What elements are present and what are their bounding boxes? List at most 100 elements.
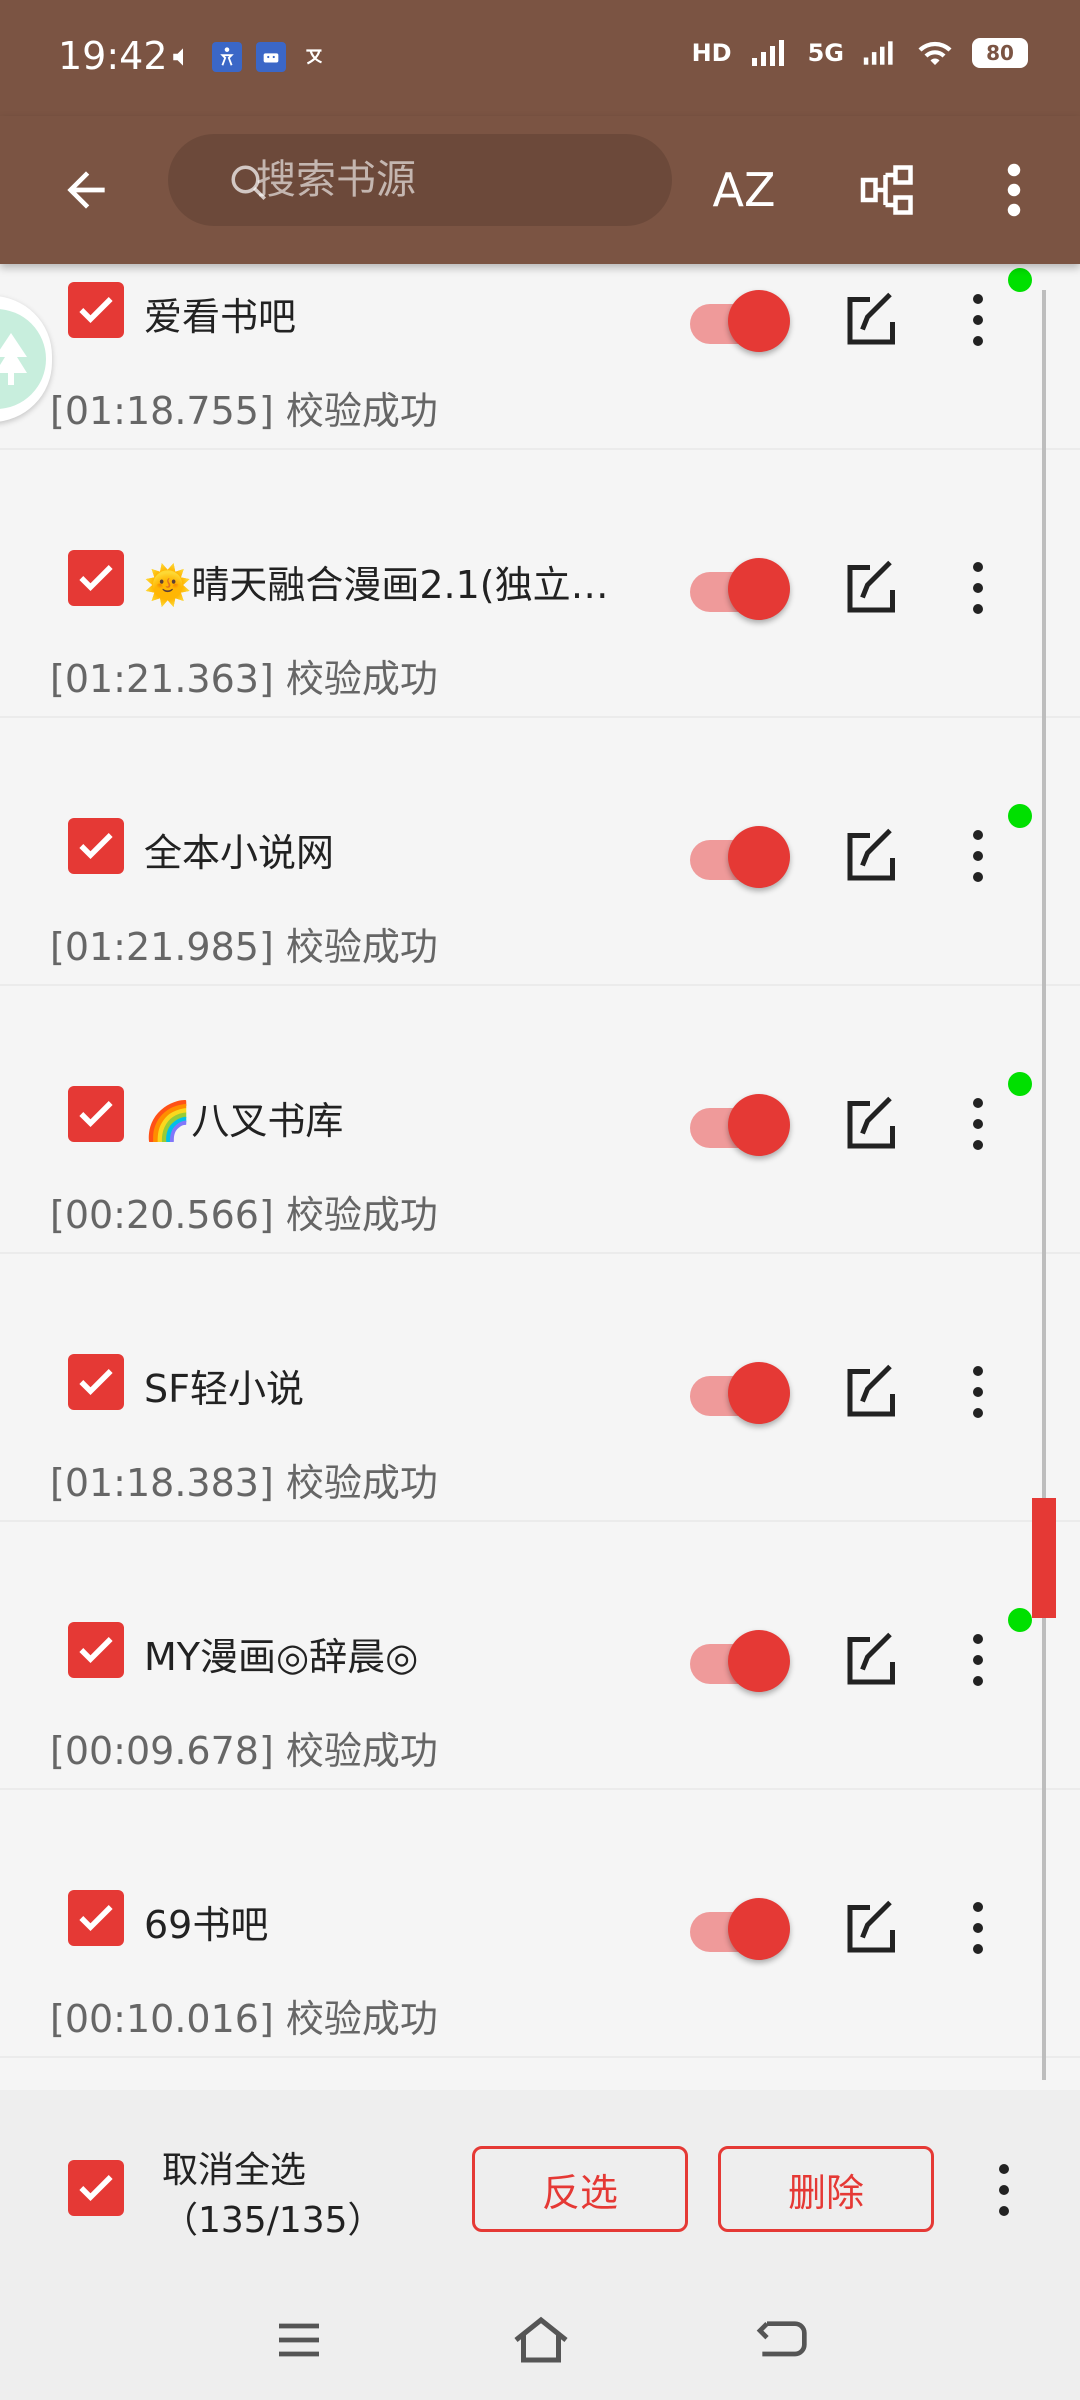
- scrollbar-track: [1042, 290, 1046, 2080]
- selection-label[interactable]: 取消全选 （135/135）: [162, 2146, 384, 2246]
- tree-icon: [0, 309, 46, 409]
- network-type-label: 5G: [807, 39, 844, 67]
- item-checkbox[interactable]: [68, 818, 124, 874]
- search-input[interactable]: [256, 157, 616, 203]
- check-icon: [79, 2175, 113, 2202]
- status-time: 19:42: [58, 34, 168, 78]
- enable-switch[interactable]: [690, 1898, 790, 1960]
- check-status: [00:20.566] 校验成功: [50, 1193, 438, 1237]
- edit-icon: [847, 1632, 895, 1685]
- more-vert-icon: [1007, 163, 1021, 217]
- check-status: [01:21.363] 校验成功: [50, 657, 438, 701]
- item-more-button[interactable]: [958, 1362, 998, 1422]
- edit-button[interactable]: [840, 1900, 900, 1960]
- check-icon: [79, 1905, 113, 1932]
- android-icon: [256, 42, 286, 72]
- item-more-button[interactable]: [958, 558, 998, 618]
- back-nav-icon: [756, 2321, 807, 2357]
- enable-switch[interactable]: [690, 290, 790, 352]
- item-more-button[interactable]: [958, 1630, 998, 1690]
- item-more-button[interactable]: [958, 290, 998, 350]
- more-options-button[interactable]: [970, 146, 1058, 234]
- item-checkbox[interactable]: [68, 1354, 124, 1410]
- item-checkbox[interactable]: [68, 1622, 124, 1678]
- volume-icon: [168, 42, 198, 72]
- edit-button[interactable]: [840, 828, 900, 888]
- list-item[interactable]: 爱看书吧 [01:18.755] 校验成功: [0, 264, 1080, 450]
- item-checkbox[interactable]: [68, 1086, 124, 1142]
- menu-icon: [279, 2323, 319, 2357]
- check-status: [01:21.985] 校验成功: [50, 925, 438, 969]
- group-icon: [860, 165, 913, 215]
- edit-button[interactable]: [840, 560, 900, 620]
- list-item[interactable]: 🌞晴天融合漫画2.1(独立… [01:21.363] 校验成功: [0, 450, 1080, 718]
- enable-switch[interactable]: [690, 1094, 790, 1156]
- invert-selection-button[interactable]: 反选: [472, 2146, 688, 2232]
- home-button[interactable]: [506, 2310, 576, 2370]
- app-bar: AZ: [0, 116, 1080, 264]
- edit-icon: [847, 1364, 895, 1417]
- status-bar: 19:42 HD 5G 80: [0, 0, 1080, 116]
- item-checkbox[interactable]: [68, 282, 124, 338]
- edit-button[interactable]: [840, 292, 900, 352]
- recents-button[interactable]: [264, 2310, 334, 2370]
- battery-indicator: 80: [972, 38, 1028, 68]
- edit-icon: [847, 560, 895, 613]
- enable-switch[interactable]: [690, 558, 790, 620]
- source-name: 🌞晴天融合漫画2.1(独立…: [144, 563, 609, 607]
- enable-switch[interactable]: [690, 826, 790, 888]
- scrollbar-thumb[interactable]: [1032, 1498, 1056, 1618]
- enable-switch[interactable]: [690, 1630, 790, 1692]
- selection-count: （135/135）: [162, 2200, 384, 2241]
- source-name: MY漫画◎辞晨◎: [144, 1635, 419, 1679]
- edit-icon: [847, 1096, 895, 1149]
- status-dot: [1008, 1072, 1032, 1096]
- list-item[interactable]: 全本小说网 [01:21.985] 校验成功: [0, 718, 1080, 986]
- enable-switch[interactable]: [690, 1362, 790, 1424]
- list-item[interactable]: MY漫画◎辞晨◎ [00:09.678] 校验成功: [0, 1522, 1080, 1790]
- check-status: [01:18.755] 校验成功: [50, 389, 438, 433]
- group-button[interactable]: [844, 146, 932, 234]
- sort-button[interactable]: AZ: [700, 146, 788, 234]
- edit-button[interactable]: [840, 1096, 900, 1156]
- check-icon: [79, 1369, 113, 1396]
- source-name: 69书吧: [144, 1903, 269, 1947]
- item-checkbox[interactable]: [68, 1890, 124, 1946]
- item-more-button[interactable]: [958, 826, 998, 886]
- delete-button[interactable]: 删除: [718, 2146, 934, 2232]
- search-icon: [231, 165, 266, 200]
- status-left-icons: [168, 42, 330, 72]
- check-icon: [79, 297, 113, 324]
- item-checkbox[interactable]: [68, 550, 124, 606]
- edit-button[interactable]: [840, 1364, 900, 1424]
- list-item[interactable]: 🌈八叉书库 [00:20.566] 校验成功: [0, 986, 1080, 1254]
- home-icon: [514, 2316, 568, 2363]
- back-button[interactable]: [48, 152, 124, 228]
- signal-icon-2: [863, 41, 893, 65]
- hd-indicator: HD: [691, 39, 732, 67]
- list-item[interactable]: 69书吧 [00:10.016] 校验成功: [0, 1790, 1080, 2058]
- book-source-list[interactable]: 爱看书吧 [01:18.755] 校验成功 🌞晴天融合漫画2.1(独立… [01…: [0, 264, 1080, 2090]
- edit-icon: [847, 1900, 895, 1953]
- source-name: SF轻小说: [144, 1367, 304, 1411]
- deselect-all-label: 取消全选: [162, 2150, 307, 2191]
- back-nav-button[interactable]: [746, 2310, 816, 2370]
- check-icon: [79, 565, 113, 592]
- item-more-button[interactable]: [958, 1898, 998, 1958]
- check-icon: [79, 1637, 113, 1664]
- source-name: 🌈八叉书库: [144, 1099, 344, 1143]
- battery-level: 80: [986, 41, 1014, 65]
- wifi-icon: [918, 41, 952, 65]
- check-icon: [79, 833, 113, 860]
- select-all-checkbox[interactable]: [68, 2160, 124, 2216]
- item-more-button[interactable]: [958, 1094, 998, 1154]
- translate-icon: [300, 42, 330, 72]
- back-arrow-icon: [67, 171, 105, 209]
- status-right-icons: HD 5G 80: [692, 38, 1028, 68]
- edit-button[interactable]: [840, 1632, 900, 1692]
- source-name: 全本小说网: [144, 831, 335, 875]
- check-status: [00:10.016] 校验成功: [50, 1997, 438, 2041]
- list-item[interactable]: SF轻小说 [01:18.383] 校验成功: [0, 1254, 1080, 1522]
- bottom-more-button[interactable]: [984, 2160, 1024, 2220]
- search-box[interactable]: [168, 134, 672, 226]
